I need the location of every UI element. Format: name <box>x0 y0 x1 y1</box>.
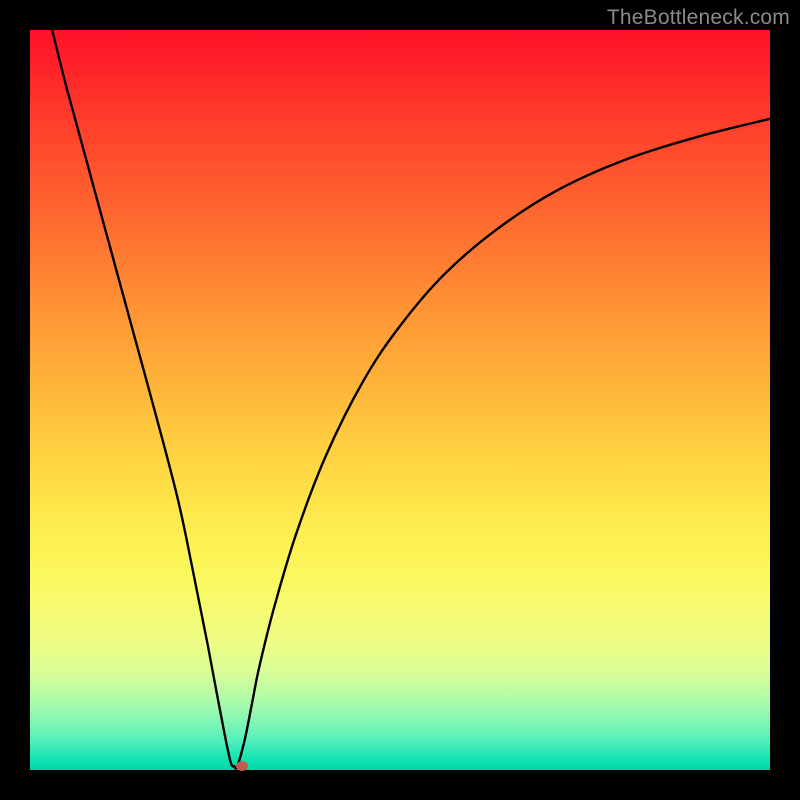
plot-area <box>30 30 770 770</box>
curve-svg <box>30 30 770 770</box>
bottleneck-curve <box>52 30 770 769</box>
chart-frame: TheBottleneck.com <box>0 0 800 800</box>
watermark-text: TheBottleneck.com <box>607 6 790 30</box>
minimum-marker <box>236 761 248 771</box>
